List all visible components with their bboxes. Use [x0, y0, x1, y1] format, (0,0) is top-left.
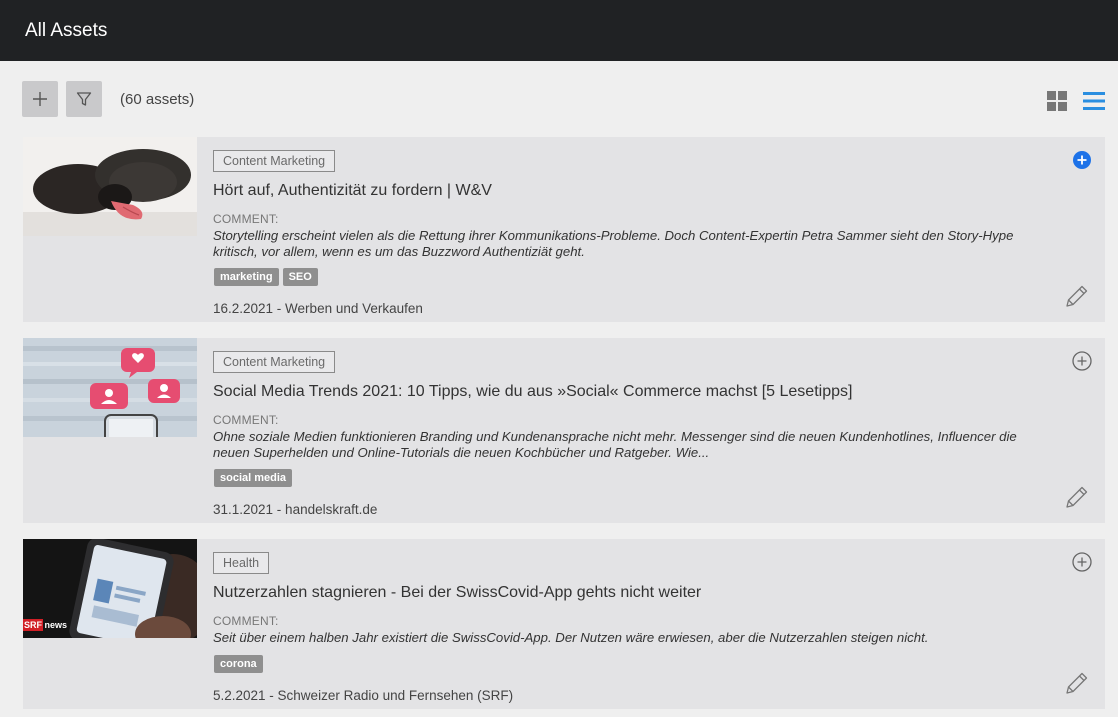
- add-circle-filled-icon[interactable]: [1072, 150, 1092, 170]
- top-bar: All Assets: [0, 0, 1118, 61]
- asset-title[interactable]: Social Media Trends 2021: 10 Tipps, wie …: [213, 383, 852, 401]
- category-badge: Content Marketing: [213, 351, 336, 373]
- grid-view-icon[interactable]: [1046, 91, 1068, 111]
- asset-card[interactable]: SRF news Health Nutzerzahlen stagnieren …: [23, 539, 1105, 709]
- comment-label: COMMENT:: [213, 413, 279, 427]
- add-circle-icon[interactable]: [1072, 552, 1092, 572]
- comment-text: Ohne soziale Medien funktionieren Brandi…: [213, 429, 1017, 460]
- filter-icon: [76, 92, 92, 106]
- asset-thumbnail[interactable]: [23, 137, 197, 236]
- asset-meta: 16.2.2021 - Werben und Verkaufen: [213, 301, 423, 316]
- comment-text: Seit über einem halben Jahr existiert di…: [213, 630, 929, 645]
- tag-list: social media: [214, 469, 293, 487]
- asset-meta: 31.1.2021 - handelskraft.de: [213, 502, 378, 517]
- pencil-icon[interactable]: [1063, 483, 1091, 511]
- asset-card[interactable]: Content Marketing Hört auf, Authentizitä…: [23, 137, 1105, 322]
- tag[interactable]: social media: [214, 469, 293, 487]
- tag-list: corona: [214, 655, 263, 673]
- category-badge: Content Marketing: [213, 150, 336, 172]
- asset-title[interactable]: Hört auf, Authentizität zu fordern | W&V: [213, 182, 492, 200]
- page-title: All Assets: [25, 20, 108, 41]
- asset-card[interactable]: Content Marketing Social Media Trends 20…: [23, 338, 1105, 523]
- asset-thumbnail[interactable]: SRF news: [23, 539, 197, 638]
- add-circle-icon[interactable]: [1072, 351, 1092, 371]
- asset-count: (60 assets): [120, 91, 195, 108]
- pencil-icon[interactable]: [1063, 282, 1091, 310]
- asset-title[interactable]: Nutzerzahlen stagnieren - Bei der SwissC…: [213, 584, 701, 602]
- filter-button[interactable]: [66, 81, 102, 117]
- asset-thumbnail[interactable]: [23, 338, 197, 437]
- pencil-icon[interactable]: [1063, 669, 1091, 697]
- comment-label: COMMENT:: [213, 212, 279, 226]
- add-asset-button[interactable]: [22, 81, 58, 117]
- srf-news-logo: SRF news: [24, 620, 68, 630]
- list-view-icon[interactable]: [1083, 91, 1105, 111]
- asset-meta: 5.2.2021 - Schweizer Radio und Fernsehen…: [213, 688, 514, 703]
- category-badge: Health: [213, 552, 270, 574]
- tag-list: marketing SEO: [214, 268, 318, 286]
- toolbar: (60 assets): [0, 61, 1118, 137]
- plus-icon: [33, 92, 47, 106]
- tag[interactable]: corona: [214, 655, 263, 673]
- tag[interactable]: marketing: [214, 268, 279, 286]
- tag[interactable]: SEO: [282, 268, 318, 286]
- comment-label: COMMENT:: [213, 614, 279, 628]
- comment-text: Storytelling erscheint vielen als die Re…: [213, 228, 1014, 259]
